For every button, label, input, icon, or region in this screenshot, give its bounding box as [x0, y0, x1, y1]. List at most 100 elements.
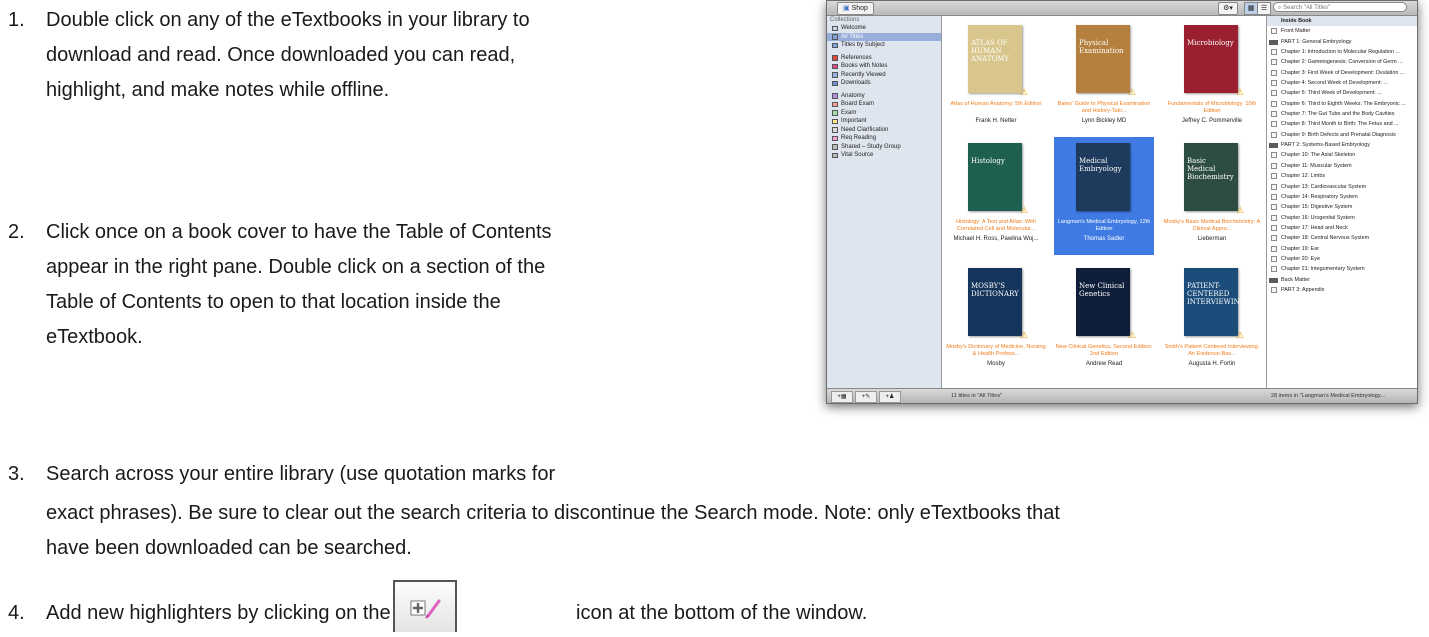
book-item[interactable]: Microbiology ⚠ Fundamentals of Microbiolog…	[1162, 19, 1262, 137]
sidebar-item[interactable]: Important	[827, 117, 941, 126]
book-cover[interactable]: Histology	[968, 143, 1022, 211]
book-author: Lynn Bickley MD	[1081, 118, 1127, 124]
toc-item[interactable]: Back Matter	[1267, 275, 1417, 285]
step-line: Add new highlighters by clicking on the	[46, 602, 391, 624]
book-item[interactable]: Medical Embryology Langman's Medical Embr…	[1054, 137, 1154, 255]
sidebar-header: Collections	[830, 17, 860, 23]
book-item[interactable]: PATIENT-CENTERED INTERVIEWING ⚠ Smith's Pa…	[1162, 262, 1262, 380]
toc-item[interactable]: Chapter 21: Integumentary System	[1267, 264, 1417, 274]
step-number: 1.	[8, 9, 25, 31]
book-cover[interactable]: Microbiology	[1184, 25, 1238, 93]
toc-item[interactable]: PART 2: Systems-Based Embryology	[1267, 140, 1417, 150]
add-highlighter-icon	[393, 580, 457, 632]
add-highlighter-button[interactable]: +✎	[855, 391, 877, 403]
share-button[interactable]: +♟	[879, 391, 901, 403]
add-collection-button[interactable]: +▦	[831, 391, 853, 403]
toc-item[interactable]: Chapter 5: Third Week of Development: ..…	[1267, 88, 1417, 98]
cover-title: Basic Medical Biochemistry	[1187, 157, 1234, 181]
collection-icon	[832, 72, 838, 78]
collection-icon	[832, 63, 838, 69]
book-cover[interactable]: ATLAS OF HUMAN ANATOMY	[968, 25, 1022, 93]
cover-title: Histology	[971, 157, 1005, 165]
sidebar-item[interactable]: Need Clarification	[827, 126, 941, 135]
book-item[interactable]: Physical Examination ⚠ Bates' Guide to Phy…	[1054, 19, 1154, 137]
sidebar-item-label: Titles by Subject	[841, 42, 885, 48]
sidebar-item[interactable]: Books with Notes	[827, 62, 941, 71]
toc-item[interactable]: Chapter 17: Head and Neck	[1267, 223, 1417, 233]
page-icon	[1271, 204, 1277, 211]
step-line: Search across your entire library (use q…	[46, 463, 556, 485]
sidebar-item[interactable]: Exam	[827, 109, 941, 118]
toc-item[interactable]: Chapter 8: Third Month to Birth: The Fet…	[1267, 119, 1417, 129]
book-item[interactable]: Histology ⚠ Histology: A Text and Atlas: W…	[946, 137, 1046, 255]
book-cover[interactable]: Physical Examination	[1076, 25, 1130, 93]
toc-item-label: Back Matter	[1281, 276, 1310, 283]
book-item[interactable]: Basic Medical Biochemistry ⚠ Mosby's Basic…	[1162, 137, 1262, 255]
book-item[interactable]: MOSBY'S DICTIONARY ⚠ Mosby's Dictionary of…	[946, 262, 1046, 380]
sidebar-item[interactable]: Titles by Subject	[827, 41, 941, 50]
toc-item[interactable]: Chapter 16: Urogenital System	[1267, 213, 1417, 223]
toc-item[interactable]: Chapter 10: The Axial Skeleton	[1267, 150, 1417, 160]
toc-item[interactable]: Chapter 1: Introduction to Molecular Reg…	[1267, 47, 1417, 57]
list-view-button[interactable]: ☰	[1257, 2, 1271, 15]
grid-view-button[interactable]: ▦	[1244, 2, 1258, 15]
toc-item[interactable]: Inside Book	[1267, 16, 1417, 27]
toc-item[interactable]: Chapter 18: Central Nervous System	[1267, 233, 1417, 243]
sidebar-item[interactable]: Welcome	[827, 24, 941, 33]
toc-item-label: Inside Book	[1281, 18, 1312, 24]
toolbar: ▣ Shop ⚙▾ ▦ ☰ ⌕ Search "All Titles"	[827, 1, 1417, 16]
shop-button[interactable]: ▣ Shop	[837, 2, 874, 15]
toc-item[interactable]: Chapter 13: Cardiovascular System	[1267, 182, 1417, 192]
toc-item[interactable]: Chapter 14: Respiratory System	[1267, 192, 1417, 202]
toc-item[interactable]: Front Matter	[1267, 26, 1417, 36]
toc-item[interactable]: Chapter 9: Birth Defects and Prenatal Di…	[1267, 130, 1417, 140]
toc-item[interactable]: Chapter 11: Muscular System	[1267, 161, 1417, 171]
cover-title: Medical Embryology	[1079, 157, 1122, 173]
page-icon	[1271, 28, 1277, 35]
toc-item[interactable]: PART 3: Appendix	[1267, 285, 1417, 295]
step-line: appear in the right pane. Double click o…	[46, 256, 546, 278]
page-icon	[1271, 286, 1277, 293]
sidebar-item[interactable]: Shared – Study Group	[827, 143, 941, 152]
book-item[interactable]: ATLAS OF HUMAN ANATOMY ⚠ Atlas of Human An…	[946, 19, 1046, 137]
sidebar-item[interactable]: All Titles	[827, 32, 941, 41]
search-input[interactable]: ⌕ Search "All Titles"	[1273, 2, 1407, 12]
toc-item[interactable]: Chapter 3: First Week of Development: Ov…	[1267, 68, 1417, 78]
toc-item[interactable]: Chapter 15: Digestive System	[1267, 202, 1417, 212]
sidebar-item-label: Downloads	[841, 80, 871, 86]
book-cover[interactable]: New Clinical Genetics	[1076, 268, 1130, 336]
toc-item[interactable]: Chapter 6: Third to Eighth Weeks: The Em…	[1267, 99, 1417, 109]
collection-icon	[832, 127, 838, 133]
book-author: Mosby	[987, 361, 1005, 367]
toc-item[interactable]: Chapter 20: Eye	[1267, 254, 1417, 264]
collection-icon	[832, 80, 838, 86]
toc-item[interactable]: Chapter 19: Ear	[1267, 244, 1417, 254]
toc-item[interactable]: Chapter 2: Gametogenesis: Conversion of …	[1267, 57, 1417, 67]
sidebar-item[interactable]: Board Exam	[827, 100, 941, 109]
sidebar-item[interactable]: Downloads	[827, 79, 941, 88]
collection-icon	[832, 34, 838, 40]
book-title: Smith's Patient Centered Interviewing: A…	[1164, 344, 1260, 357]
toc-item[interactable]: PART 1: General Embryology	[1267, 37, 1417, 47]
sidebar-item[interactable]: References	[827, 54, 941, 63]
toc-item-label: Chapter 16: Urogenital System	[1281, 214, 1355, 221]
step-line: eTextbook.	[46, 326, 143, 348]
page-icon	[1271, 131, 1277, 138]
book-cover[interactable]: PATIENT-CENTERED INTERVIEWING	[1184, 268, 1245, 336]
collection-icon	[832, 110, 838, 116]
toc-item[interactable]: Chapter 4: Second Week of Development: .…	[1267, 78, 1417, 88]
book-cover[interactable]: MOSBY'S DICTIONARY	[968, 268, 1022, 336]
book-cover[interactable]: Medical Embryology	[1076, 143, 1130, 211]
sidebar-item[interactable]: Vital Source	[827, 151, 941, 160]
sidebar-item[interactable]: Anatomy	[827, 92, 941, 101]
folder-icon	[1269, 143, 1278, 149]
toc-item[interactable]: Chapter 7: The Gut Tube and the Body Cav…	[1267, 109, 1417, 119]
book-cover[interactable]: Basic Medical Biochemistry	[1184, 143, 1238, 211]
shop-label: Shop	[851, 5, 868, 12]
gear-icon[interactable]: ⚙▾	[1218, 2, 1238, 15]
book-item[interactable]: New Clinical Genetics ⚠ New Clinical Genet…	[1054, 262, 1154, 380]
sidebar-item[interactable]: Recently Viewed	[827, 71, 941, 80]
toc-item[interactable]: Chapter 12: Limbs	[1267, 171, 1417, 181]
sidebar-item[interactable]: Req Reading	[827, 134, 941, 143]
toc-item-label: Front Matter	[1281, 28, 1311, 35]
